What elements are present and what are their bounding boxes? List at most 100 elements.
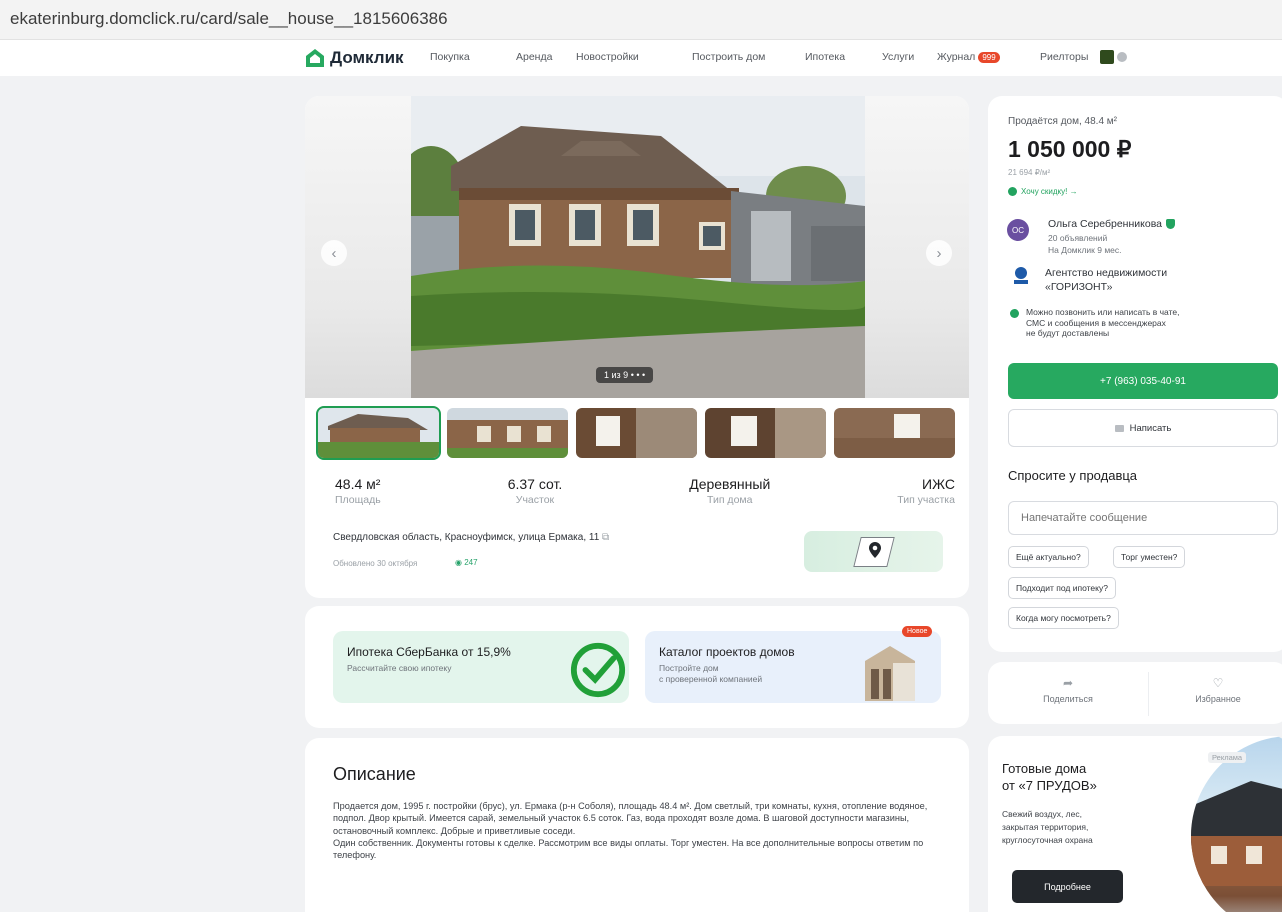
property-specs: 48.4 м² Площадь 6.37 сот. Участок Деревя…	[335, 476, 955, 506]
nav-item-realtors[interactable]: Риелторы	[1040, 51, 1088, 63]
description-title: Описание	[333, 764, 416, 784]
house-model-icon	[865, 646, 915, 701]
catalog-promo-sub: Постройте дом с проверенной компанией	[659, 663, 763, 684]
photo-dots-icon: • • •	[630, 370, 646, 380]
map-pin-icon	[869, 542, 881, 558]
photo-viewer[interactable]: ‹ › 1 из 9 • • •	[305, 96, 969, 398]
spec-plot-type: ИЖС Тип участка	[897, 476, 955, 506]
browser-address-bar[interactable]: ekaterinburg.domclick.ru/card/sale__hous…	[0, 0, 1282, 40]
chip-label: Подходит под ипотеку?	[1016, 583, 1108, 593]
favorite-button[interactable]: ♡ Избранное	[1148, 676, 1282, 704]
thumbnail-1[interactable]	[316, 406, 441, 460]
show-phone-button[interactable]: +7 (963) 035-40-91	[1008, 363, 1278, 399]
write-button-label: Написать	[1129, 422, 1172, 434]
favorite-label: Избранное	[1195, 694, 1241, 704]
promo-card: Ипотека СберБанка от 15,9% Рассчитайте с…	[305, 606, 969, 728]
profile-icon[interactable]	[1117, 52, 1127, 62]
chip-label: Когда могу посмотреть?	[1016, 613, 1111, 623]
chip-mortgage-suitable[interactable]: Подходит под ипотеку?	[1008, 577, 1116, 599]
agency-logo-icon	[1014, 267, 1028, 284]
nav-item-services[interactable]: Услуги	[882, 51, 914, 63]
nav-item-build-house[interactable]: Построить дом	[692, 51, 765, 63]
logo-text: Домклик	[330, 48, 404, 67]
house-catalog-promo[interactable]: Каталог проектов домов Постройте дом с п…	[645, 631, 941, 703]
seller-avatar[interactable]: ОС	[1007, 219, 1029, 241]
seller-name-row[interactable]: Ольга Серебренникова	[1048, 218, 1175, 230]
copy-icon[interactable]: ⧉	[602, 532, 609, 543]
nav-item-journal-label: Журнал	[937, 51, 976, 63]
prev-photo-button[interactable]: ‹	[321, 240, 347, 266]
mortgage-promo-sub: Рассчитайте свою ипотеку	[347, 663, 452, 673]
ask-seller-title: Спросите у продавца	[1008, 468, 1138, 483]
spec-area-value: 48.4 м²	[335, 476, 381, 492]
spec-plot-value: 6.37 сот.	[507, 476, 563, 492]
phone-number: +7 (963) 035-40-91	[1100, 375, 1186, 387]
spec-plot-type-value: ИЖС	[922, 476, 955, 492]
contact-note: Можно позвонить или написать в чате, СМС…	[1026, 307, 1180, 338]
property-address: Свердловская область, Красноуфимск, улиц…	[333, 532, 609, 543]
house-photo[interactable]	[411, 96, 865, 398]
discount-link[interactable]: Хочу скидку! →	[1008, 187, 1078, 196]
nav-item-mortgage[interactable]: Ипотека	[805, 51, 845, 63]
ad-more-button[interactable]: Подробнее	[1012, 870, 1123, 903]
catalog-promo-title: Каталог проектов домов	[659, 645, 795, 659]
spec-plot: 6.37 сот. Участок	[508, 476, 563, 506]
chip-bargain[interactable]: Торг уместен?	[1113, 546, 1186, 568]
partner-icon[interactable]	[1100, 50, 1114, 64]
info-shield-icon	[1010, 309, 1019, 318]
thumbnail-image	[705, 408, 826, 458]
price-per-meter: 21 694 ₽/м²	[1008, 168, 1051, 177]
sber-logo-icon	[570, 642, 626, 698]
chip-when-view[interactable]: Когда могу посмотреть?	[1008, 607, 1119, 629]
chip-label: Торг уместен?	[1121, 552, 1178, 562]
ad-label: Реклама	[1208, 752, 1247, 763]
nav-item-buy[interactable]: Покупка	[430, 51, 470, 63]
price-sidebar: Продаётся дом, 48.4 м² 1 050 000 ₽ 21 69…	[988, 96, 1282, 652]
mortgage-promo[interactable]: Ипотека СберБанка от 15,9% Рассчитайте с…	[333, 631, 629, 703]
ad-card[interactable]: Реклама Готовые дома от «7 ПРУДОВ» Свежи…	[988, 736, 1282, 912]
chat-icon	[1114, 424, 1124, 432]
nav-item-rent[interactable]: Аренда	[516, 51, 552, 63]
thumbnail-image	[576, 408, 697, 458]
thumbnail-5[interactable]	[834, 408, 955, 458]
seller-name: Ольга Серебренникова	[1048, 218, 1162, 230]
next-photo-button[interactable]: ›	[926, 240, 952, 266]
chip-label: Ещё актуально?	[1016, 552, 1081, 562]
seller-initials: ОС	[1012, 225, 1024, 235]
thumbnail-3[interactable]	[576, 408, 697, 458]
thumbnail-4[interactable]	[705, 408, 826, 458]
chevron-left-icon: ‹	[331, 244, 337, 262]
listing-card: ‹ › 1 из 9 • • • 48.4 м² Площадь 6.37 со…	[305, 96, 969, 598]
photo-counter: 1 из 9 • • •	[596, 367, 654, 383]
ad-title: Готовые дома от «7 ПРУДОВ»	[1002, 761, 1097, 793]
actions-card: ➦ Поделиться ♡ Избранное	[988, 662, 1282, 724]
thumbnail-2[interactable]	[447, 408, 568, 458]
seller-ads-count: 20 объявлений	[1048, 233, 1108, 243]
spec-house-type-value: Деревянный	[689, 476, 771, 492]
agency-name[interactable]: Агентство недвижимости «ГОРИЗОНТ»	[1045, 266, 1167, 294]
map-preview[interactable]	[804, 531, 943, 572]
write-message-button[interactable]: Написать	[1008, 409, 1278, 447]
site-logo[interactable]: Домклик	[305, 46, 404, 70]
thumbnail-image	[318, 408, 439, 458]
views-count: ◉ 247	[455, 558, 478, 567]
photo-counter-text: 1 из 9	[604, 370, 629, 380]
heart-icon: ♡	[1212, 676, 1224, 690]
views-count-value: 247	[464, 558, 478, 567]
spec-area: 48.4 м² Площадь	[335, 476, 381, 506]
message-input[interactable]	[1008, 501, 1278, 535]
journal-badge: 999	[978, 52, 1000, 63]
verified-shield-icon	[1166, 219, 1175, 229]
discount-icon	[1008, 187, 1017, 196]
nav-item-journal[interactable]: Журнал 999	[937, 51, 1000, 63]
discount-link-label: Хочу скидку! →	[1021, 187, 1078, 196]
url-text[interactable]: ekaterinburg.domclick.ru/card/sale__hous…	[10, 9, 448, 29]
chip-still-relevant[interactable]: Ещё актуально?	[1008, 546, 1089, 568]
share-label: Поделиться	[1043, 694, 1093, 704]
share-button[interactable]: ➦ Поделиться	[998, 676, 1138, 704]
price: 1 050 000 ₽	[1008, 136, 1132, 162]
nav-item-newbuilds[interactable]: Новостройки	[576, 51, 639, 63]
spec-plot-label: Участок	[515, 494, 555, 506]
photo-thumbnails	[316, 406, 955, 460]
spec-house-type-label: Тип дома	[707, 494, 753, 506]
